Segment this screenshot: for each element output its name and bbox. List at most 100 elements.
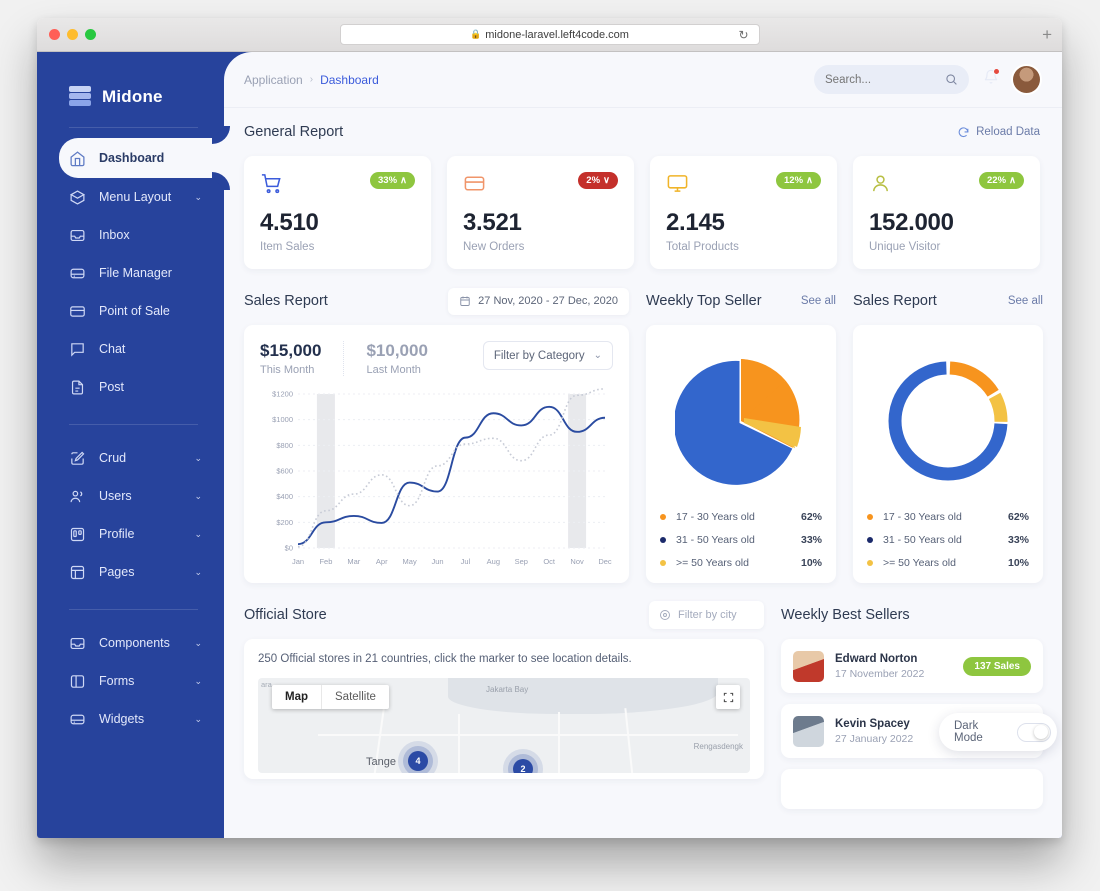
sidebar-item-point-of-sale[interactable]: Point of Sale — [37, 292, 224, 330]
new-tab-button[interactable]: + — [1042, 25, 1052, 45]
search-box[interactable] — [814, 65, 969, 94]
close-window-button[interactable] — [49, 29, 60, 40]
last-month-block: $10,000 Last Month — [343, 341, 449, 376]
sidebar-item-forms[interactable]: Forms ⌄ — [37, 662, 224, 700]
map-region-label: Rengasdengk — [693, 742, 743, 751]
dark-mode-switch[interactable] — [1017, 722, 1051, 742]
legend-label: 31 - 50 Years old — [883, 534, 962, 546]
stat-card-item-sales[interactable]: 33% ∧ 4.510 Item Sales — [244, 156, 431, 276]
window-controls[interactable] — [49, 29, 96, 40]
bottom-row: 250 Official stores in 21 countries, cli… — [244, 639, 1057, 820]
sidebar-item-menu-layout[interactable]: Menu Layout ⌄ — [37, 178, 224, 216]
sidebar-item-pages[interactable]: Pages ⌄ — [37, 553, 224, 591]
pie-chart-svg — [675, 358, 801, 485]
stat-value: 2.145 — [666, 209, 725, 236]
status-badge: 2% ∨ — [578, 172, 618, 189]
map-marker[interactable]: 4 — [408, 751, 428, 771]
sidebar-item-components[interactable]: Components ⌄ — [37, 624, 224, 662]
sidebar-item-dashboard[interactable]: Dashboard — [59, 138, 224, 178]
official-store-note: 250 Official stores in 21 countries, cli… — [258, 653, 632, 665]
line-chart-svg: $0 $200 $400 $600 $800 $1000 $1200 Jan Feb Mar Apr… — [272, 388, 612, 566]
notifications-button[interactable] — [983, 68, 1000, 90]
map-ara-label: ara — [261, 680, 272, 689]
monitor-icon — [667, 175, 688, 192]
map-type-map-button[interactable]: Map — [272, 685, 322, 709]
map-marker[interactable]: 2 — [513, 759, 533, 773]
chevron-down-icon: ⌄ — [194, 191, 202, 202]
map-type-satellite-button[interactable]: Satellite — [322, 685, 389, 709]
badge-value: 2% — [586, 175, 601, 186]
stat-card-new-orders[interactable]: 2% ∨ 3.521 New Orders — [447, 156, 634, 276]
reload-icon[interactable]: ↻ — [738, 28, 748, 42]
minimize-window-button[interactable] — [67, 29, 78, 40]
map-bay-label: Jakarta Bay — [486, 685, 529, 694]
see-all-link[interactable]: See all — [801, 295, 836, 307]
reload-data-button[interactable]: Reload Data — [957, 126, 1040, 139]
map-city-label: Tange — [366, 756, 396, 768]
trend-up-icon: ∧ — [1009, 175, 1016, 186]
sidebar-item-chat[interactable]: Chat — [37, 330, 224, 368]
sidebar-item-post[interactable]: Post — [37, 368, 224, 406]
scroll-area[interactable]: General Report Reload Data 33% ∧ 4.510 I… — [224, 108, 1062, 838]
sidebar-item-widgets[interactable]: Widgets ⌄ — [37, 700, 224, 738]
chevron-down-icon: ⌄ — [194, 566, 202, 577]
legend-item: 17 - 30 Years old 62% — [867, 511, 1029, 523]
sidebar-divider-2 — [69, 609, 198, 610]
breadcrumb-separator-icon: › — [309, 74, 314, 85]
x-axis-tick-label: Oct — [543, 557, 556, 566]
page-title: General Report — [244, 124, 344, 140]
stat-card-unique-visitor[interactable]: 22% ∧ 152.000 Unique Visitor — [853, 156, 1040, 276]
legend-item: >= 50 Years old 10% — [660, 557, 822, 569]
weekly-top-seller-title: Weekly Top Seller — [646, 293, 762, 309]
map-road — [624, 708, 634, 773]
legend-percent: 62% — [1007, 511, 1029, 523]
brand-name: Midone — [102, 87, 163, 106]
maximize-window-button[interactable] — [85, 29, 96, 40]
store-map[interactable]: Jakarta Bay ara Map Satellite 4 2 Tange … — [258, 678, 750, 773]
sidebar-item-crud[interactable]: Crud ⌄ — [37, 439, 224, 477]
list-item[interactable]: Edward Norton 17 November 2022 137 Sales — [781, 639, 1043, 693]
x-axis-tick-label: Jun — [431, 557, 443, 566]
avatar[interactable] — [1013, 66, 1040, 93]
sidebar-item-users[interactable]: Users ⌄ — [37, 477, 224, 515]
inbox-icon — [70, 637, 85, 649]
sidebar-item-label: Inbox — [99, 228, 130, 242]
y-axis-tick-label: $200 — [276, 518, 293, 527]
breadcrumb-root[interactable]: Application — [244, 73, 303, 87]
x-axis-tick-label: Nov — [570, 557, 584, 566]
filter-by-city-input[interactable]: Filter by city — [649, 601, 764, 629]
breadcrumb-current[interactable]: Dashboard — [320, 73, 379, 87]
switch-knob — [1034, 725, 1048, 739]
list-item[interactable] — [781, 769, 1043, 809]
edit-icon — [71, 451, 85, 465]
chevron-down-icon: ⌄ — [593, 350, 602, 361]
sidebar-item-file-manager[interactable]: File Manager — [37, 254, 224, 292]
address-bar[interactable]: 🔒 midone-laravel.left4code.com ↻ — [339, 24, 760, 45]
filter-by-category-select[interactable]: Filter by Category ⌄ — [482, 341, 613, 370]
stat-card-total-products[interactable]: 12% ∧ 2.145 Total Products — [650, 156, 837, 276]
fullscreen-button[interactable] — [716, 685, 740, 709]
x-axis-tick-label: May — [403, 557, 417, 566]
shopping-cart-icon — [261, 174, 281, 194]
legend-percent: 33% — [1007, 534, 1029, 546]
hard-drive-icon — [70, 268, 85, 278]
x-axis-tick-label: Dec — [598, 557, 612, 566]
sidebar-divider-1 — [69, 424, 198, 425]
url-text: midone-laravel.left4code.com — [485, 28, 629, 41]
sidebar-item-label: Pages — [99, 565, 135, 579]
legend-label: >= 50 Years old — [883, 557, 956, 569]
legend-dot-icon — [867, 560, 873, 566]
sidebar-item-inbox[interactable]: Inbox — [37, 216, 224, 254]
dark-mode-label: Dark Mode — [954, 720, 983, 744]
sales-report-header: Sales Report 27 Nov, 2020 - 27 Dec, 2020 — [244, 277, 629, 325]
sidebar-item-profile[interactable]: Profile ⌄ — [37, 515, 224, 553]
search-input[interactable] — [825, 73, 935, 86]
layers-logo-icon — [69, 86, 91, 108]
map-type-switcher[interactable]: Map Satellite — [272, 685, 389, 709]
see-all-link[interactable]: See all — [1008, 295, 1043, 307]
date-range-picker[interactable]: 27 Nov, 2020 - 27 Dec, 2020 — [448, 287, 629, 315]
top-bar: Application › Dashboard — [224, 52, 1062, 108]
y-axis-tick-label: $600 — [276, 467, 293, 476]
dark-mode-toggle[interactable]: Dark Mode — [939, 713, 1057, 751]
brand-logo[interactable]: Midone — [37, 52, 224, 120]
